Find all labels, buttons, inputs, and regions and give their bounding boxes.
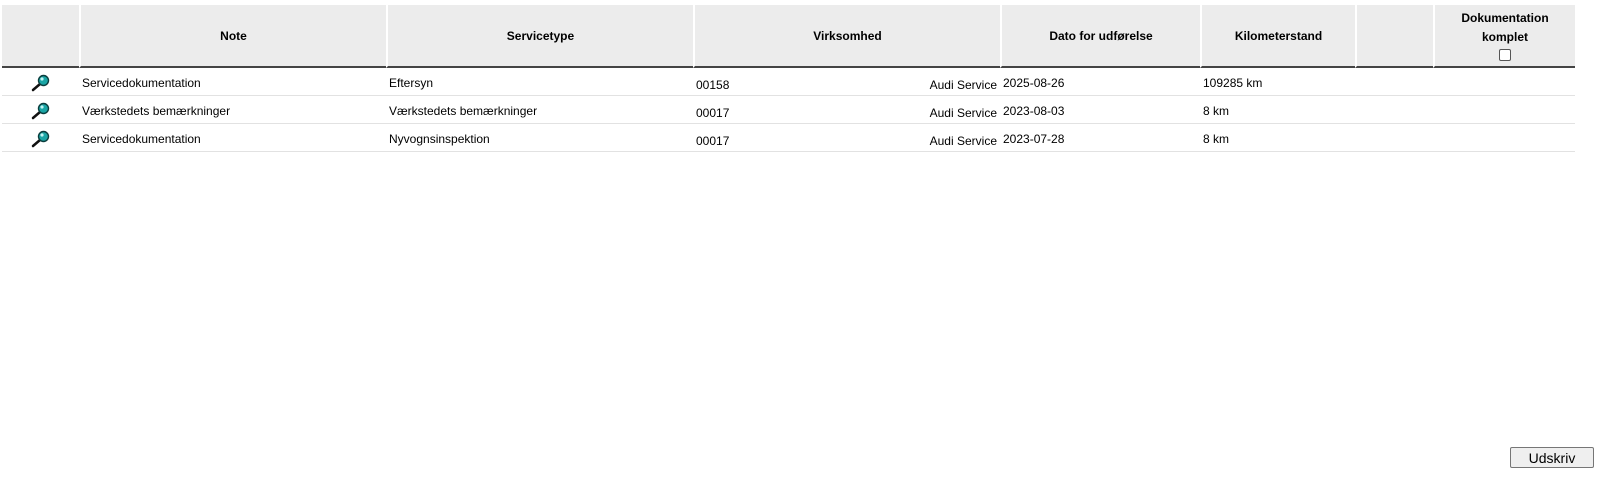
dokumentation-cell [1433, 68, 1575, 96]
header-extra [1355, 5, 1433, 68]
header-dokumentation-label: Dokumentation komplet [1461, 11, 1549, 44]
virksomhed-cell: 00017 Audi Service [693, 96, 1000, 124]
row-view-cell [2, 124, 79, 152]
table-row: Servicedokumentation Eftersyn 00158 Audi Se… [2, 68, 1575, 96]
kilometer-text: 109285 km [1203, 76, 1263, 90]
magnifier-icon[interactable] [31, 74, 51, 95]
virksomhed-name: Audi Service [929, 134, 997, 148]
row-view-cell [2, 68, 79, 96]
table-row: Værkstedets bemærkninger Værkstedets bemæ… [2, 96, 1575, 124]
dokumentation-cell [1433, 124, 1575, 152]
row-view-cell [2, 96, 79, 124]
kilometer-cell: 8 km [1200, 124, 1355, 152]
header-virksomhed: Virksomhed [693, 5, 1000, 68]
servicetype-cell: Værkstedets bemærkninger [386, 96, 693, 124]
servicetype-text: Nyvognsinspektion [389, 132, 490, 146]
virksomhed-code: 00017 [696, 106, 730, 120]
note-cell: Servicedokumentation [79, 68, 386, 96]
kilometer-text: 8 km [1203, 104, 1230, 118]
note-text: Servicedokumentation [82, 132, 201, 146]
virksomhed-cell: 00158 Audi Service [693, 68, 1000, 96]
virksomhed-name: Audi Service [929, 106, 997, 120]
servicetype-text: Værkstedets bemærkninger [389, 104, 538, 118]
virksomhed-code: 00158 [696, 78, 730, 92]
header-kilometer: Kilometerstand [1200, 5, 1355, 68]
header-dokumentation: Dokumentation komplet [1433, 5, 1575, 68]
virksomhed-name: Audi Service [929, 78, 997, 92]
table-row: Servicedokumentation Nyvognsinspektion 000… [2, 124, 1575, 152]
magnifier-icon[interactable] [31, 130, 51, 151]
note-cell: Servicedokumentation [79, 124, 386, 152]
servicetype-cell: Nyvognsinspektion [386, 124, 693, 152]
dato-text: 2023-07-28 [1003, 132, 1065, 146]
dato-text: 2025-08-26 [1003, 76, 1065, 90]
dokumentation-cell [1433, 96, 1575, 124]
kilometer-cell: 109285 km [1200, 68, 1355, 96]
kilometer-cell: 8 km [1200, 96, 1355, 124]
servicetype-cell: Eftersyn [386, 68, 693, 96]
note-text: Værkstedets bemærkninger [82, 104, 231, 118]
service-history-table: Note Servicetype Virksomhed Dato for udf… [2, 5, 1575, 152]
header-servicetype: Servicetype [386, 5, 693, 68]
magnifier-icon[interactable] [31, 102, 51, 123]
note-cell: Værkstedets bemærkninger [79, 96, 386, 124]
header-note: Note [79, 5, 386, 68]
servicetype-text: Eftersyn [389, 76, 434, 90]
dato-text: 2023-08-03 [1003, 104, 1065, 118]
print-button[interactable]: Udskriv [1510, 447, 1594, 468]
virksomhed-cell: 00017 Audi Service [693, 124, 1000, 152]
kilometer-text: 8 km [1203, 132, 1230, 146]
extra-cell [1355, 96, 1433, 124]
extra-cell [1355, 124, 1433, 152]
note-text: Servicedokumentation [82, 76, 201, 90]
table-header-row: Note Servicetype Virksomhed Dato for udf… [2, 5, 1575, 68]
header-icon [2, 5, 79, 68]
dokumentation-checkbox[interactable] [1499, 49, 1511, 61]
dato-cell: 2023-07-28 [1000, 124, 1200, 152]
virksomhed-code: 00017 [696, 134, 730, 148]
header-dato: Dato for udførelse [1000, 5, 1200, 68]
dato-cell: 2025-08-26 [1000, 68, 1200, 96]
extra-cell [1355, 68, 1433, 96]
dato-cell: 2023-08-03 [1000, 96, 1200, 124]
